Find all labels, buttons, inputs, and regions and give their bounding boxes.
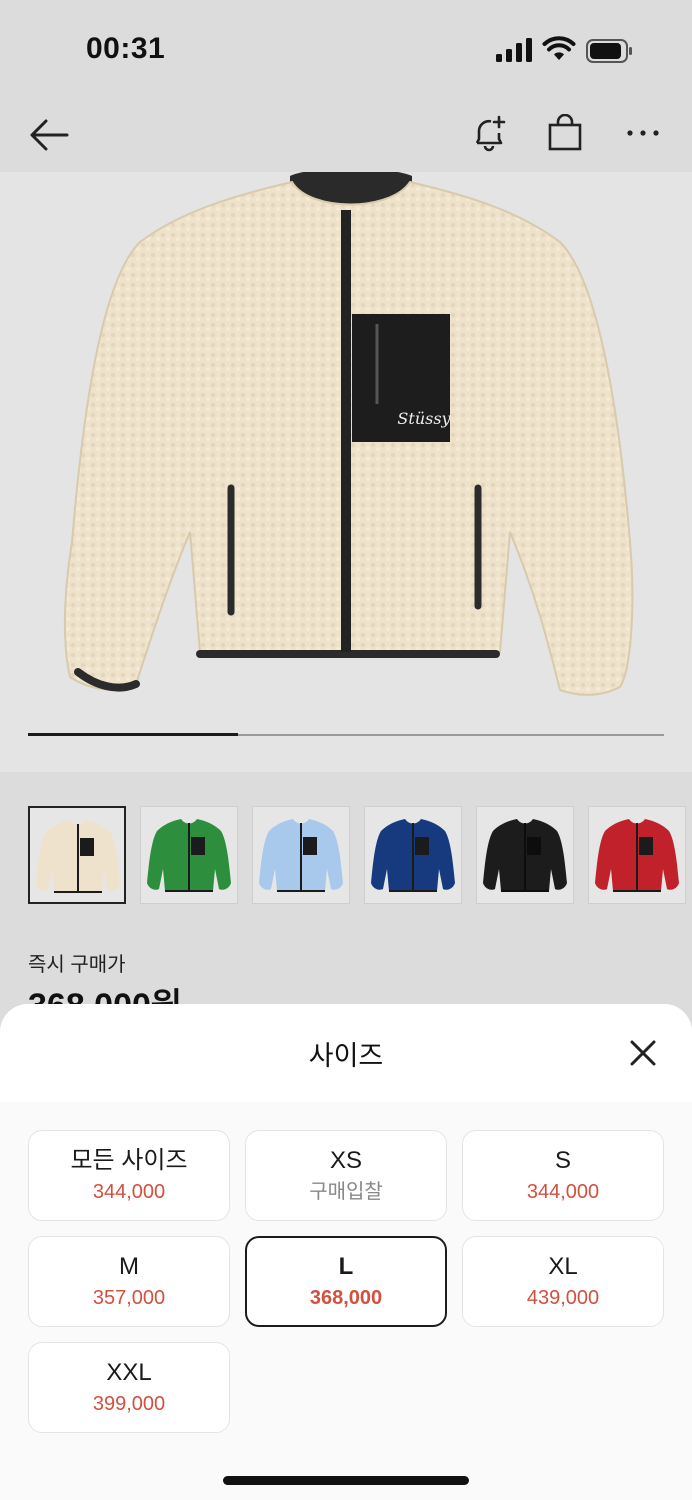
back-button[interactable] [26, 112, 72, 158]
more-dots-icon [627, 130, 659, 136]
size-bid-label: 구매입찰 [309, 1180, 383, 1203]
shopping-bag-icon [548, 114, 582, 151]
size-selection-sheet: 사이즈 모든 사이즈 344,000 XS 구매입찰 S 344,000 M 3… [0, 1004, 692, 1500]
size-name: M [119, 1252, 139, 1280]
top-navigation [0, 100, 692, 172]
shopping-bag-button[interactable] [542, 110, 588, 156]
color-thumbnail[interactable] [476, 806, 574, 904]
size-price: 439,000 [526, 1286, 600, 1309]
size-price: 344,000 [92, 1180, 166, 1203]
instant-buy-price-label: 즉시 구매가 [28, 954, 126, 976]
size-options-grid: 모든 사이즈 344,000 XS 구매입찰 S 344,000 M 357,0… [28, 1130, 664, 1433]
color-thumbnail[interactable] [140, 806, 238, 904]
price-alert-button[interactable] [466, 110, 512, 156]
jacket-thumbnail-image [36, 820, 120, 893]
bell-plus-icon [475, 115, 506, 152]
jacket-thumbnail-image [595, 819, 679, 892]
size-name: S [554, 1146, 571, 1174]
more-options-button[interactable] [620, 110, 666, 156]
home-indicator [223, 1476, 469, 1485]
size-option-m[interactable]: M 357,000 [28, 1236, 230, 1327]
size-name: XXL [106, 1358, 152, 1386]
size-option-s[interactable]: S 344,000 [462, 1130, 664, 1221]
jacket-thumbnail-image [483, 819, 567, 892]
size-price: 344,000 [526, 1180, 600, 1203]
close-icon [630, 1040, 656, 1066]
jacket-thumbnail-image [259, 819, 343, 892]
jacket-thumbnail-image [147, 819, 231, 892]
carousel-progress-indicator [28, 733, 238, 736]
size-name: XS [329, 1146, 362, 1174]
size-name: 모든 사이즈 [70, 1146, 188, 1174]
color-thumbnail[interactable] [28, 806, 126, 904]
svg-text:Stüssy: Stüssy [397, 409, 451, 428]
size-option-xxl[interactable]: XXL 399,000 [28, 1342, 230, 1433]
size-name: XL [548, 1252, 578, 1280]
size-price: 368,000 [309, 1286, 383, 1309]
color-thumbnail[interactable] [364, 806, 462, 904]
color-thumbnail[interactable] [588, 806, 686, 904]
size-option-xs[interactable]: XS 구매입찰 [245, 1130, 447, 1221]
sheet-title: 사이즈 [308, 1041, 384, 1071]
arrow-left-icon [30, 119, 69, 151]
size-option-all[interactable]: 모든 사이즈 344,000 [28, 1130, 230, 1221]
wifi-icon [542, 36, 576, 60]
battery-icon [586, 39, 632, 63]
close-button[interactable] [622, 1032, 664, 1074]
carousel-progress-track [28, 733, 664, 736]
fleece-jacket-image: Stüssy [63, 172, 634, 696]
product-image-carousel[interactable]: Stüssy [0, 172, 692, 772]
status-time: 00:31 [86, 32, 166, 65]
size-option-l[interactable]: L 368,000 [245, 1236, 447, 1327]
jacket-thumbnail-image [371, 819, 455, 892]
color-variant-thumbnails [28, 806, 692, 906]
color-thumbnail[interactable] [252, 806, 350, 904]
size-option-xl[interactable]: XL 439,000 [462, 1236, 664, 1327]
size-price: 357,000 [92, 1286, 166, 1309]
sheet-header: 사이즈 [0, 1004, 692, 1102]
size-name: L [338, 1252, 354, 1280]
size-price: 399,000 [92, 1392, 166, 1415]
status-bar: 00:31 [0, 0, 692, 100]
cellular-signal-icon [496, 38, 532, 62]
